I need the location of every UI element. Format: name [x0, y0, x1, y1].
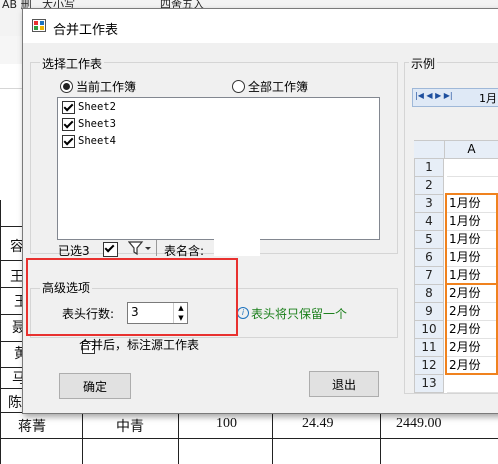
grid-corner — [414, 141, 445, 159]
highlight-annotation — [26, 258, 238, 336]
example-row-number: 10 — [415, 321, 444, 339]
grid-line — [380, 412, 381, 464]
list-item[interactable]: Sheet3 — [62, 116, 116, 132]
sheet-listbox[interactable]: Sheet2 Sheet3 Sheet4 — [57, 97, 380, 240]
filter-icon[interactable] — [128, 241, 152, 256]
list-item[interactable]: Sheet4 — [62, 133, 116, 149]
grid-line — [0, 388, 24, 389]
grid-line — [272, 412, 273, 464]
dialog-title: 合并工作表 — [53, 23, 119, 38]
example-label: 示例 — [409, 55, 438, 72]
sheet-cell-class[interactable]: 中青 — [116, 416, 144, 436]
app-icon — [32, 19, 46, 32]
info-icon: i — [237, 307, 249, 319]
mark-source-label: 合并后，标注源工作表 — [79, 338, 200, 352]
radio-current-workbook[interactable] — [60, 80, 73, 93]
toolbar-separator — [156, 240, 157, 256]
example-row-number: 1 — [415, 159, 444, 177]
example-row-number: 9 — [415, 303, 444, 321]
grid-line — [0, 200, 1, 464]
grid-line — [0, 314, 24, 315]
example-group-box-2 — [445, 283, 498, 375]
grid-line — [0, 341, 24, 342]
sheet-tab-bar: |◀ ◀ ▶ ▶| 1月 — [412, 88, 498, 107]
example-row-number: 7 — [415, 267, 444, 285]
dialog-titlebar[interactable]: 合并工作表 — [23, 9, 498, 43]
radio-current-workbook-label: 当前工作簿 — [76, 80, 137, 94]
example-row-number: 12 — [415, 357, 444, 375]
list-item[interactable]: Sheet2 — [62, 99, 116, 115]
tab-nav-icons[interactable]: |◀ ◀ ▶ ▶| — [415, 91, 453, 100]
radio-all-workbooks[interactable] — [232, 80, 245, 93]
table-name-input[interactable] — [214, 238, 260, 256]
example-cell — [447, 375, 498, 393]
sheet2-label: Sheet2 — [78, 101, 116, 113]
sheet-cell-qty[interactable]: 100 — [216, 416, 237, 432]
grid-line — [0, 438, 498, 439]
sheet-cell-name[interactable]: 蒋菁 — [18, 416, 46, 436]
sheet4-label: Sheet4 — [78, 135, 116, 147]
grid-line — [178, 412, 179, 464]
example-row-number: 2 — [415, 177, 444, 195]
example-col-header: A — [445, 141, 498, 159]
exit-button[interactable]: 退出 — [309, 371, 379, 397]
example-group-box-1 — [445, 193, 498, 285]
table-name-label: 表名含: — [164, 244, 205, 258]
select-all-checkbox[interactable] — [103, 242, 118, 257]
example-sheet-tab[interactable]: 1月 — [479, 90, 497, 106]
ok-button[interactable]: 确定 — [59, 373, 131, 399]
example-row-number: 6 — [415, 249, 444, 267]
example-row-number: 13 — [415, 375, 444, 393]
sheet-cell-price[interactable]: 24.49 — [302, 416, 334, 432]
radio-all-workbooks-label: 全部工作簿 — [248, 80, 309, 94]
grid-line — [0, 226, 24, 227]
selected-count: 已选3 — [58, 244, 90, 258]
sheet-cell[interactable]: 陈 — [8, 392, 22, 412]
sheet3-checkbox[interactable] — [62, 117, 75, 131]
sheet3-label: Sheet3 — [78, 118, 116, 130]
grid-line — [0, 260, 24, 261]
info-text: 表头将只保留一个 — [251, 307, 348, 321]
example-row-number: 3 — [415, 195, 444, 213]
select-sheets-group-label: 选择工作表 — [40, 55, 105, 72]
example-row-number: 11 — [415, 339, 444, 357]
example-row-number: 4 — [415, 213, 444, 231]
example-row-number: 8 — [415, 285, 444, 303]
grid-line — [0, 287, 24, 288]
example-cell — [447, 159, 498, 177]
sheet-cell-total[interactable]: 2449.00 — [396, 416, 442, 432]
sheet2-checkbox[interactable] — [62, 100, 75, 114]
example-row-number: 5 — [415, 231, 444, 249]
grid-line — [82, 412, 83, 464]
sheet4-checkbox[interactable] — [62, 134, 75, 148]
